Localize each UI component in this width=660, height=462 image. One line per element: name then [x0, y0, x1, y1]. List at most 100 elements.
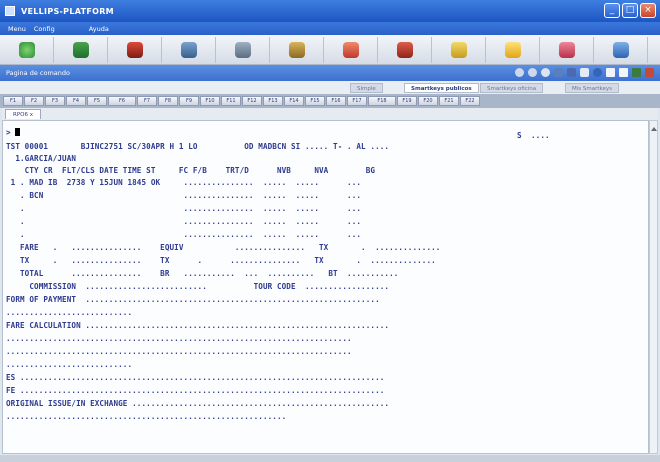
search-icon[interactable]	[593, 68, 602, 77]
menu-item-ayuda[interactable]: Ayuda	[89, 25, 109, 33]
fkey-button[interactable]: F6	[108, 96, 136, 106]
terminal-line: . ............... ..... ..... ...	[6, 217, 362, 226]
terminal-line: ........................................…	[6, 347, 352, 356]
fkey-button[interactable]: F13	[263, 96, 283, 106]
status-bar	[0, 455, 660, 462]
terminal-scrollbar[interactable]	[649, 120, 658, 454]
tool-button-3[interactable]	[108, 36, 162, 63]
terminal-line: >	[6, 128, 21, 137]
tool-button-9[interactable]	[432, 36, 486, 63]
terminal-line: ...........................	[6, 308, 133, 317]
tool-button-10[interactable]	[486, 36, 540, 63]
terminal-line: ........................................…	[6, 334, 352, 343]
terminal-line: ...........................	[6, 360, 133, 369]
window-controls: _ □ ×	[604, 3, 656, 18]
tab-mis-smartkeys[interactable]: Mis Smartkeys	[565, 83, 620, 93]
copy-icon[interactable]	[619, 68, 628, 77]
fkey-button[interactable]: F5	[87, 96, 107, 106]
terminal-line: ........................................…	[6, 412, 287, 421]
pin-icon[interactable]	[554, 68, 563, 77]
circle-icon[interactable]	[515, 68, 524, 77]
tab-smartkeys-publicos[interactable]: Smartkeys publicos	[404, 83, 479, 93]
maximize-button[interactable]: □	[622, 3, 638, 18]
print-icon[interactable]	[580, 68, 589, 77]
tool-button-1[interactable]	[0, 36, 54, 63]
star-icon	[504, 41, 521, 58]
fkey-button[interactable]: F21	[439, 96, 459, 106]
heart-icon	[558, 41, 575, 58]
fkey-button[interactable]: F22	[460, 96, 480, 106]
terminal-line: ES .....................................…	[6, 373, 385, 382]
fkey-button[interactable]: F16	[326, 96, 346, 106]
fkey-button[interactable]: F17	[347, 96, 367, 106]
people-icon[interactable]	[567, 68, 576, 77]
hotel-icon	[288, 41, 305, 58]
menu-item-menu[interactable]: Menu	[8, 25, 26, 33]
terminal-line: FE .....................................…	[6, 386, 385, 395]
command-bar-label: Pagina de comando	[6, 69, 70, 77]
fkey-button[interactable]: F18	[368, 96, 396, 106]
scroll-up-arrow-icon[interactable]	[651, 127, 657, 131]
fkey-button[interactable]: F20	[418, 96, 438, 106]
terminal-tab[interactable]: RPO6 x	[5, 109, 41, 119]
fkey-button[interactable]: F19	[397, 96, 417, 106]
tab-simple[interactable]: Simple	[350, 83, 383, 93]
menu-item-config[interactable]: Config	[34, 25, 55, 33]
app-icon	[5, 6, 15, 16]
calendar-icon[interactable]	[606, 68, 615, 77]
terminal-line: ORIGINAL ISSUE/IN EXCHANGE .............…	[6, 399, 390, 408]
fkey-button[interactable]: F8	[158, 96, 178, 106]
fkey-button[interactable]: F11	[221, 96, 241, 106]
terminal-line: . BCN ............... ..... ..... ...	[6, 191, 362, 200]
tool-button-12[interactable]	[594, 36, 648, 63]
text-cursor	[15, 128, 21, 136]
tab-smartkeys-oficina[interactable]: Smartkeys oficina	[480, 83, 544, 93]
terminal-line: 1.GARCIA/JUAN	[6, 154, 77, 163]
terminal-line: CTY CR FLT/CLS DATE TIME ST FC F/B TRT/D…	[6, 166, 376, 175]
tool-button-4[interactable]	[162, 36, 216, 63]
fkey-button[interactable]: F10	[200, 96, 220, 106]
group-icon	[396, 41, 413, 58]
terminal-line: FORM OF PAYMENT ........................…	[6, 295, 380, 304]
terminal-line: FARE CALCULATION .......................…	[6, 321, 390, 330]
fkey-button[interactable]: F1	[3, 96, 23, 106]
fkey-button[interactable]: F15	[305, 96, 325, 106]
tool-button-6[interactable]	[270, 36, 324, 63]
circle-icon[interactable]	[528, 68, 537, 77]
terminal-marker: S ....	[517, 131, 550, 140]
terminal-line: COMMISSION .......................... TO…	[6, 282, 390, 291]
fkey-button[interactable]: F4	[66, 96, 86, 106]
fkey-button[interactable]: F7	[137, 96, 157, 106]
terminal-line: FARE . ............... EQUIV ...........…	[6, 243, 441, 252]
folder-icon[interactable]	[645, 68, 654, 77]
printer-icon	[180, 41, 197, 58]
flag-icon	[126, 41, 143, 58]
main-toolbar	[0, 35, 660, 65]
terminal-line: TX . ............... TX . ..............…	[6, 256, 436, 265]
fkey-button[interactable]: F14	[284, 96, 304, 106]
note-icon	[450, 41, 467, 58]
command-bar-icons	[515, 68, 654, 77]
edit-icon[interactable]	[632, 68, 641, 77]
command-bar: Pagina de comando	[0, 65, 660, 81]
tool-button-11[interactable]	[540, 36, 594, 63]
command-terminal[interactable]: > TST 00001 BJINC2751 SC/30APR H 1 LO OD…	[2, 120, 649, 454]
smartkey-tabs: Simple Smartkeys publicos Smartkeys ofic…	[0, 81, 660, 94]
tool-button-7[interactable]	[324, 36, 378, 63]
close-button[interactable]: ×	[640, 3, 656, 18]
tool-button-5[interactable]	[216, 36, 270, 63]
minimize-button[interactable]: _	[604, 3, 620, 18]
document-icon	[612, 41, 629, 58]
function-key-bar: F1 F2 F3 F4 F5 F6 F7 F8 F9 F10 F11 F12 F…	[0, 94, 660, 108]
person-icon	[342, 41, 359, 58]
fkey-button[interactable]: F2	[24, 96, 44, 106]
window-title: VELLIPS-PLATFORM	[21, 6, 114, 16]
fkey-button[interactable]: F3	[45, 96, 65, 106]
fkey-button[interactable]: F12	[242, 96, 262, 106]
tool-button-8[interactable]	[378, 36, 432, 63]
tool-button-2[interactable]	[54, 36, 108, 63]
circle-icon[interactable]	[541, 68, 550, 77]
terminal-line: TST 00001 BJINC2751 SC/30APR H 1 LO OD M…	[6, 142, 390, 151]
fkey-button[interactable]: F9	[179, 96, 199, 106]
leaf-icon	[72, 41, 89, 58]
